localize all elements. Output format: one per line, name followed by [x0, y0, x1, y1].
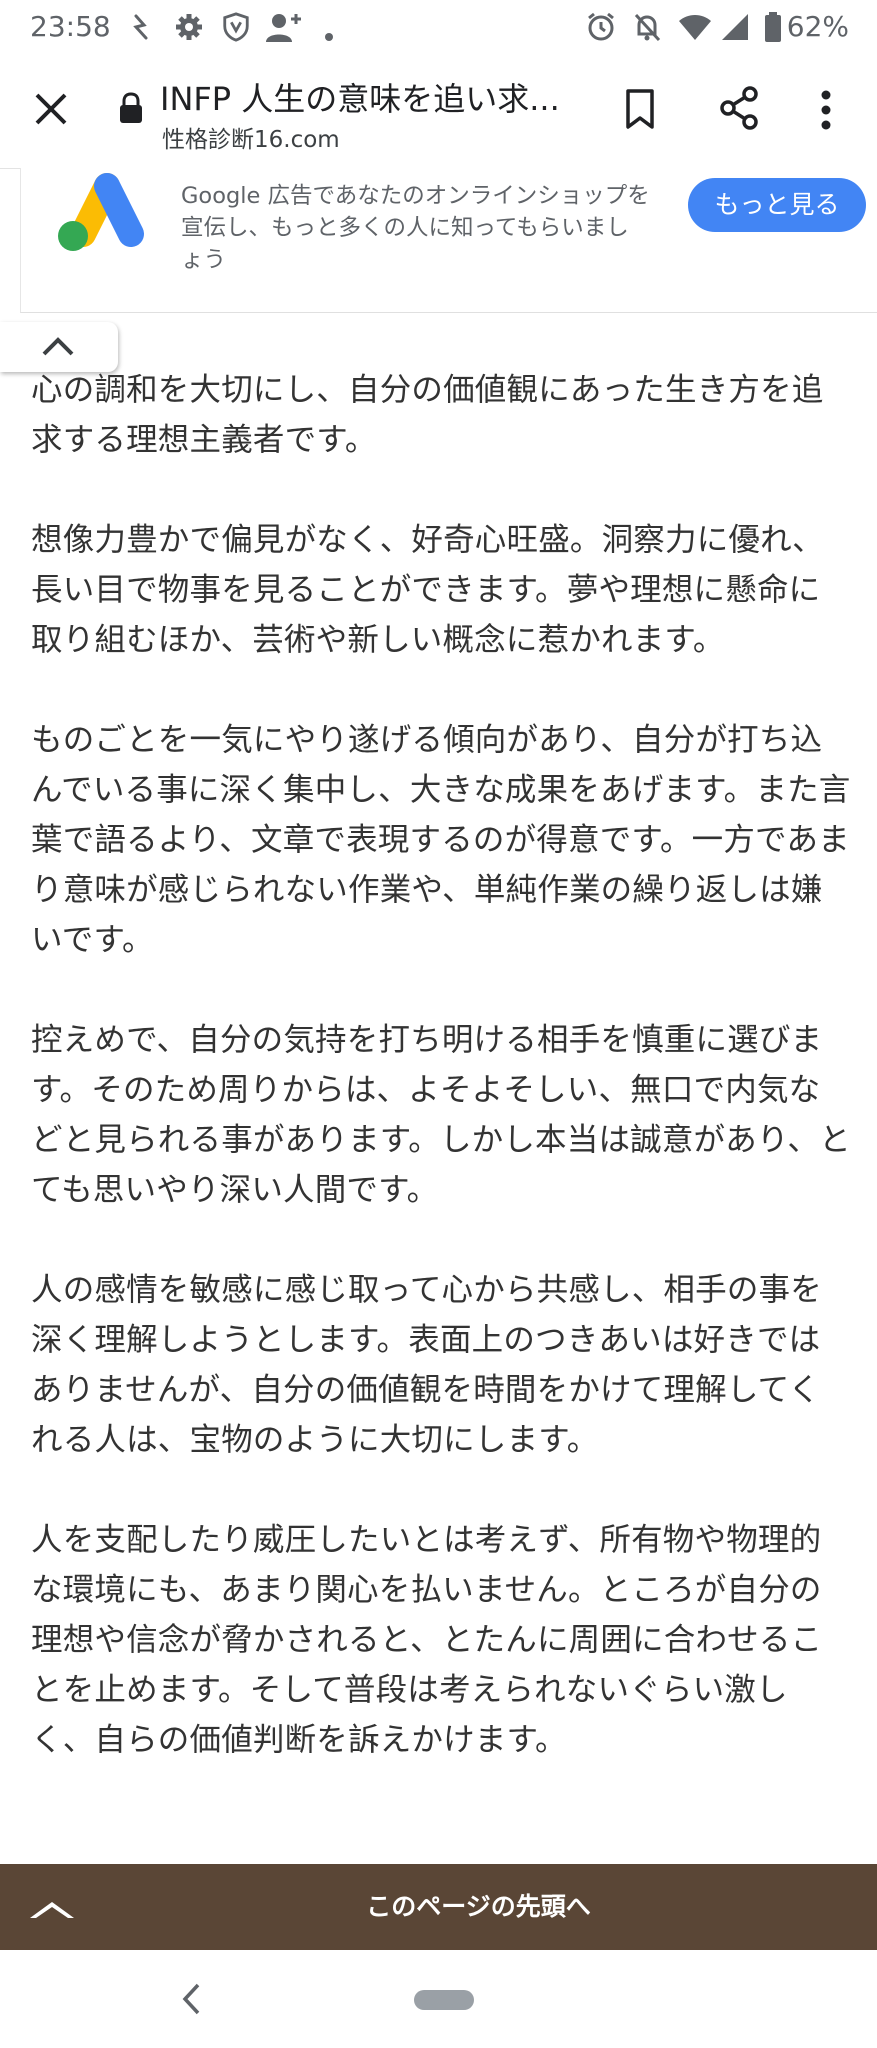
ad-banner[interactable]: Google 広告であなたのオンラインショップを宣伝し、もっと多くの人に知っても… — [20, 168, 877, 313]
close-icon[interactable] — [34, 92, 68, 126]
shield-icon — [223, 12, 249, 42]
status-time: 23:58 — [30, 10, 111, 43]
nfc-icon — [133, 14, 148, 40]
system-nav-bar — [0, 1950, 877, 2048]
article-paragraph: 控えめで、自分の気持を打ち明ける相手を慎重に選びます。そのため周りからは、よそよ… — [31, 1022, 851, 1208]
article-paragraph: 想像力豊かで偏見がなく、好奇心旺盛。洞察力に優れ、長い目で物事を見ることができま… — [31, 522, 824, 658]
battery-icon — [765, 12, 781, 42]
wifi-icon — [679, 15, 711, 40]
article-paragraph: ものごとを一気にやり遂げる傾向があり、自分が打ち込んでいる事に深く集中し、大きな… — [31, 722, 851, 958]
signal-icon — [722, 14, 748, 40]
article-body: 心の調和を大切にし、自分の価値観にあった生き方を追求する理想主義者です。 想像力… — [31, 365, 851, 1815]
back-icon[interactable] — [180, 1982, 202, 2016]
battery-percent: 62% — [786, 10, 849, 43]
add-person-icon — [266, 14, 301, 42]
page-title[interactable]: INFP 人生の意味を追い求... — [160, 74, 580, 120]
back-to-top-bar[interactable]: このページの先頭へ — [0, 1864, 877, 1950]
back-to-top-label[interactable]: このページの先頭へ — [0, 1864, 877, 1950]
chevron-up-icon — [42, 337, 74, 356]
dot-icon — [325, 33, 333, 41]
alarm-icon — [588, 12, 614, 41]
article-paragraph: 人の感情を敏感に感じ取って心から共感し、相手の事を深く理解しようとします。表面上… — [31, 1272, 822, 1458]
browser-toolbar: INFP 人生の意味を追い求... 性格診断16.com — [0, 56, 877, 169]
status-bar: 23:58 62% — [0, 0, 877, 56]
page-url[interactable]: 性格診断16.com — [162, 120, 340, 154]
ad-more-button[interactable]: もっと見る — [688, 178, 866, 232]
gear-icon — [176, 14, 202, 40]
article-paragraph: 人を支配したり威圧したいとは考えず、所有物や物理的な環境にも、あまり関心を払いま… — [31, 1522, 823, 1758]
bookmark-icon[interactable] — [624, 88, 656, 130]
lock-icon — [120, 92, 142, 123]
bell-off-icon — [634, 13, 661, 42]
home-pill-icon[interactable] — [414, 1990, 474, 2010]
ad-text: Google 広告であなたのオンラインショップを宣伝し、もっと多くの人に知っても… — [181, 183, 650, 273]
article-paragraph: 心の調和を大切にし、自分の価値観にあった生き方を追求する理想主義者です。 — [31, 372, 824, 458]
more-vert-icon[interactable] — [820, 90, 832, 130]
browser-screen: 23:58 62% INFP 人生の意味を追い求... 性格診断16.com G… — [0, 0, 877, 2048]
google-ads-logo — [58, 173, 144, 251]
share-icon[interactable] — [718, 86, 760, 130]
